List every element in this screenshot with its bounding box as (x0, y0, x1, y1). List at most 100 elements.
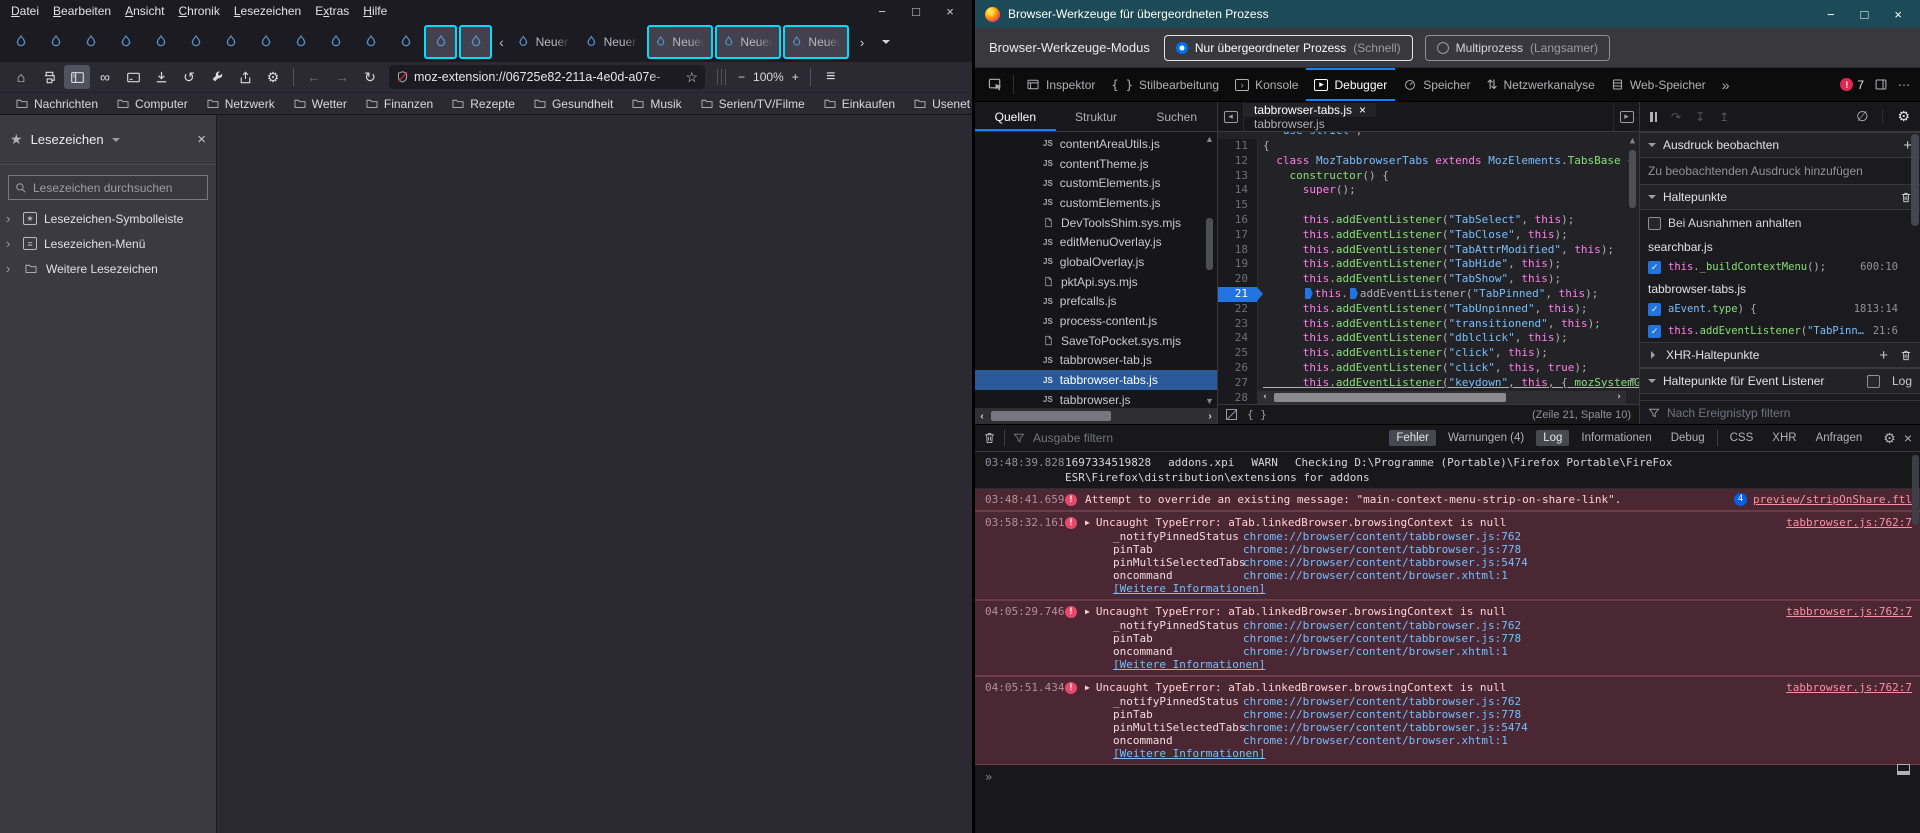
scrollbar-thumb[interactable] (1912, 455, 1919, 525)
xhr-breakpoints-header[interactable]: XHR-Haltepunkte + (1640, 342, 1920, 368)
browser-tab[interactable] (354, 25, 387, 59)
console-filter-css[interactable]: CSS (1723, 430, 1761, 446)
expand-caret-icon[interactable]: ▶ (1085, 518, 1090, 527)
scroll-tabs-left-icon[interactable]: ‹ (494, 34, 509, 50)
watch-expressions-header[interactable]: Ausdruck beobachten + (1640, 132, 1920, 158)
ignore-source-icon[interactable]: ∅ (1856, 108, 1868, 125)
close-tab-icon[interactable]: × (1359, 103, 1366, 117)
browser-tab-multiselected[interactable] (459, 25, 492, 59)
breakpoints-header[interactable]: Haltepunkte (1640, 184, 1920, 210)
breakpoint-checkbox-icon[interactable]: ✓ (1648, 325, 1661, 338)
code-line[interactable]: 27 this.addEventListener("keydown", this… (1218, 376, 1639, 391)
remove-xhr-breakpoints-icon[interactable] (1900, 349, 1912, 362)
more-tools-icon[interactable]: » (1714, 68, 1738, 101)
console-message-warn[interactable]: 03:48:39.8281697334519828addons.xpiWARNC… (975, 452, 1920, 489)
breakpoint-entry[interactable]: ✓this._buildContextMenu();600:10 (1640, 256, 1920, 278)
containers-icon[interactable]: ∞ (92, 65, 118, 89)
gutter-line-number[interactable]: 22 (1218, 302, 1258, 317)
tree-horizontal-scrollbar[interactable]: ‹ › (975, 408, 1217, 424)
browser-tab[interactable]: Neuer Tab (579, 25, 645, 59)
expander-icon[interactable]: › (6, 211, 16, 226)
dock-icon[interactable] (1874, 78, 1888, 91)
pause-icon[interactable] (1650, 112, 1657, 122)
code-line[interactable]: 15 (1218, 198, 1639, 213)
sources-tab-suchen[interactable]: Suchen (1136, 102, 1217, 131)
scroll-tabs-right-icon[interactable]: › (851, 29, 873, 55)
scrollbar-thumb[interactable] (1274, 393, 1506, 402)
file-tree-item[interactable]: JSglobalOverlay.js (975, 252, 1217, 272)
browser-tab[interactable] (214, 25, 247, 59)
tool-tab-netzwerkanalyse[interactable]: ⇅Netzwerkanalyse (1479, 68, 1603, 101)
breakpoint-entry[interactable]: ✓this.addEventListener("TabPinn…21:6 (1640, 320, 1920, 342)
bookmark-folder[interactable]: Computer (109, 95, 195, 113)
close-icon[interactable]: × (1894, 7, 1902, 22)
bookmark-folder[interactable]: Musik (624, 95, 688, 113)
hamburger-menu-icon[interactable]: ≡ (818, 65, 844, 89)
code-line[interactable]: 26 this.addEventListener("click", this, … (1218, 361, 1639, 376)
gutter-line-number[interactable]: 23 (1218, 317, 1258, 332)
meatball-menu-icon[interactable]: ⋯ (1898, 78, 1910, 92)
editor-horizontal-scrollbar[interactable]: ‹› (1258, 391, 1626, 404)
sidebar-item[interactable]: ›★Lesezeichen-Symbolleiste (0, 206, 216, 231)
url-bar[interactable]: moz-extension://06725e82-211a-4e0d-a07e-… (389, 65, 705, 89)
maximize-icon[interactable]: □ (908, 4, 924, 19)
console-filter-warnungen[interactable]: Warnungen (4) (1441, 430, 1531, 446)
checkbox-icon[interactable] (1648, 217, 1661, 230)
mode-option[interactable]: Nur übergeordneter Prozess (Schnell) (1164, 35, 1413, 61)
gutter-line-number[interactable]: 16 (1218, 213, 1258, 228)
browser-tab[interactable] (144, 25, 177, 59)
gutter-line-number[interactable]: 20 (1218, 272, 1258, 287)
file-tree-item[interactable]: JSeditMenuOverlay.js (975, 232, 1217, 252)
sources-tab-quellen[interactable]: Quellen (975, 102, 1056, 131)
scroll-left-icon[interactable]: ‹ (975, 411, 989, 422)
menu-datei[interactable]: Datei (4, 1, 46, 21)
history-icon[interactable]: ↺ (176, 65, 202, 89)
column-breakpoint-marker[interactable] (1350, 288, 1358, 299)
minimize-icon[interactable]: − (874, 4, 890, 19)
close-sidebar-icon[interactable]: × (197, 131, 206, 148)
breakpoint-checkbox-icon[interactable]: ✓ (1648, 261, 1661, 274)
menu-extras[interactable]: Extras (308, 1, 356, 21)
collapse-right-panel-icon[interactable]: ▸ (1613, 102, 1639, 131)
wrench-icon[interactable] (204, 65, 230, 89)
tool-tab-konsole[interactable]: ›Konsole (1227, 68, 1306, 101)
tool-tab-stilbearbeitung[interactable]: { }Stilbearbeitung (1103, 68, 1227, 101)
pretty-print-icon[interactable]: { } (1247, 408, 1267, 421)
console-settings-gear-icon[interactable]: ⚙ (1883, 430, 1896, 447)
message-source-link[interactable]: preview/stripOnShare.ftl (1753, 492, 1912, 507)
message-source-link[interactable]: tabbrowser.js:762:7 (1786, 515, 1912, 530)
editor-vertical-scrollbar[interactable]: ▲▼ (1626, 132, 1639, 404)
browser-tab[interactable] (109, 25, 142, 59)
browser-tab[interactable] (74, 25, 107, 59)
stack-frame-link[interactable]: chrome://browser/content/browser.xhtml:1 (1243, 569, 1508, 582)
expander-icon[interactable]: › (6, 236, 16, 251)
gutter-line-number[interactable]: 14 (1218, 183, 1258, 198)
gear-icon[interactable]: ⚙ (260, 65, 286, 89)
file-tree-item[interactable]: JScontentAreaUtils.js (975, 134, 1217, 154)
code-editor[interactable]: "use strict";11{12 class MozTabbrowserTa… (1218, 132, 1639, 404)
bookmark-folder[interactable]: Nachrichten (8, 95, 105, 113)
tool-tab-speicher[interactable]: Speicher (1395, 68, 1478, 101)
stack-frame-link[interactable]: chrome://browser/content/browser.xhtml:1 (1243, 734, 1508, 747)
list-all-tabs-icon[interactable] (875, 29, 897, 55)
gutter-line-number[interactable]: 17 (1218, 228, 1258, 243)
forward-icon[interactable]: → (329, 65, 355, 89)
file-tree-item[interactable]: JStabbrowser.js (975, 390, 1217, 408)
browser-tab-multiselected[interactable]: Neuer Tab (647, 25, 713, 59)
console-filter-fehler[interactable]: Fehler (1389, 430, 1436, 446)
gutter-line-number[interactable]: 18 (1218, 243, 1258, 258)
console-message-error[interactable]: 04:05:51.434!▶Uncaught TypeError: aTab.l… (975, 676, 1920, 765)
breakpoint-checkbox-icon[interactable]: ✓ (1648, 303, 1661, 316)
code-line[interactable]: 25 this.addEventListener("click", this); (1218, 346, 1639, 361)
bookmark-folder[interactable]: Usenet (906, 95, 977, 113)
browser-tab[interactable]: Neuer Tab (511, 25, 577, 59)
tool-tab-inspektor[interactable]: Inspektor (1018, 68, 1103, 101)
sidebar-title[interactable]: Lesezeichen (31, 132, 104, 147)
tree-vertical-scrollbar[interactable]: ▲▼ (1203, 132, 1216, 408)
back-icon[interactable]: ← (301, 65, 327, 89)
console-filter-informationen[interactable]: Informationen (1574, 430, 1658, 446)
minimize-icon[interactable]: − (1827, 7, 1835, 22)
code-line[interactable]: 12 class MozTabbrowserTabs extends MozEl… (1218, 154, 1639, 169)
gutter-line-number[interactable]: 24 (1218, 331, 1258, 346)
menu-bearbeiten[interactable]: Bearbeiten (46, 1, 118, 21)
